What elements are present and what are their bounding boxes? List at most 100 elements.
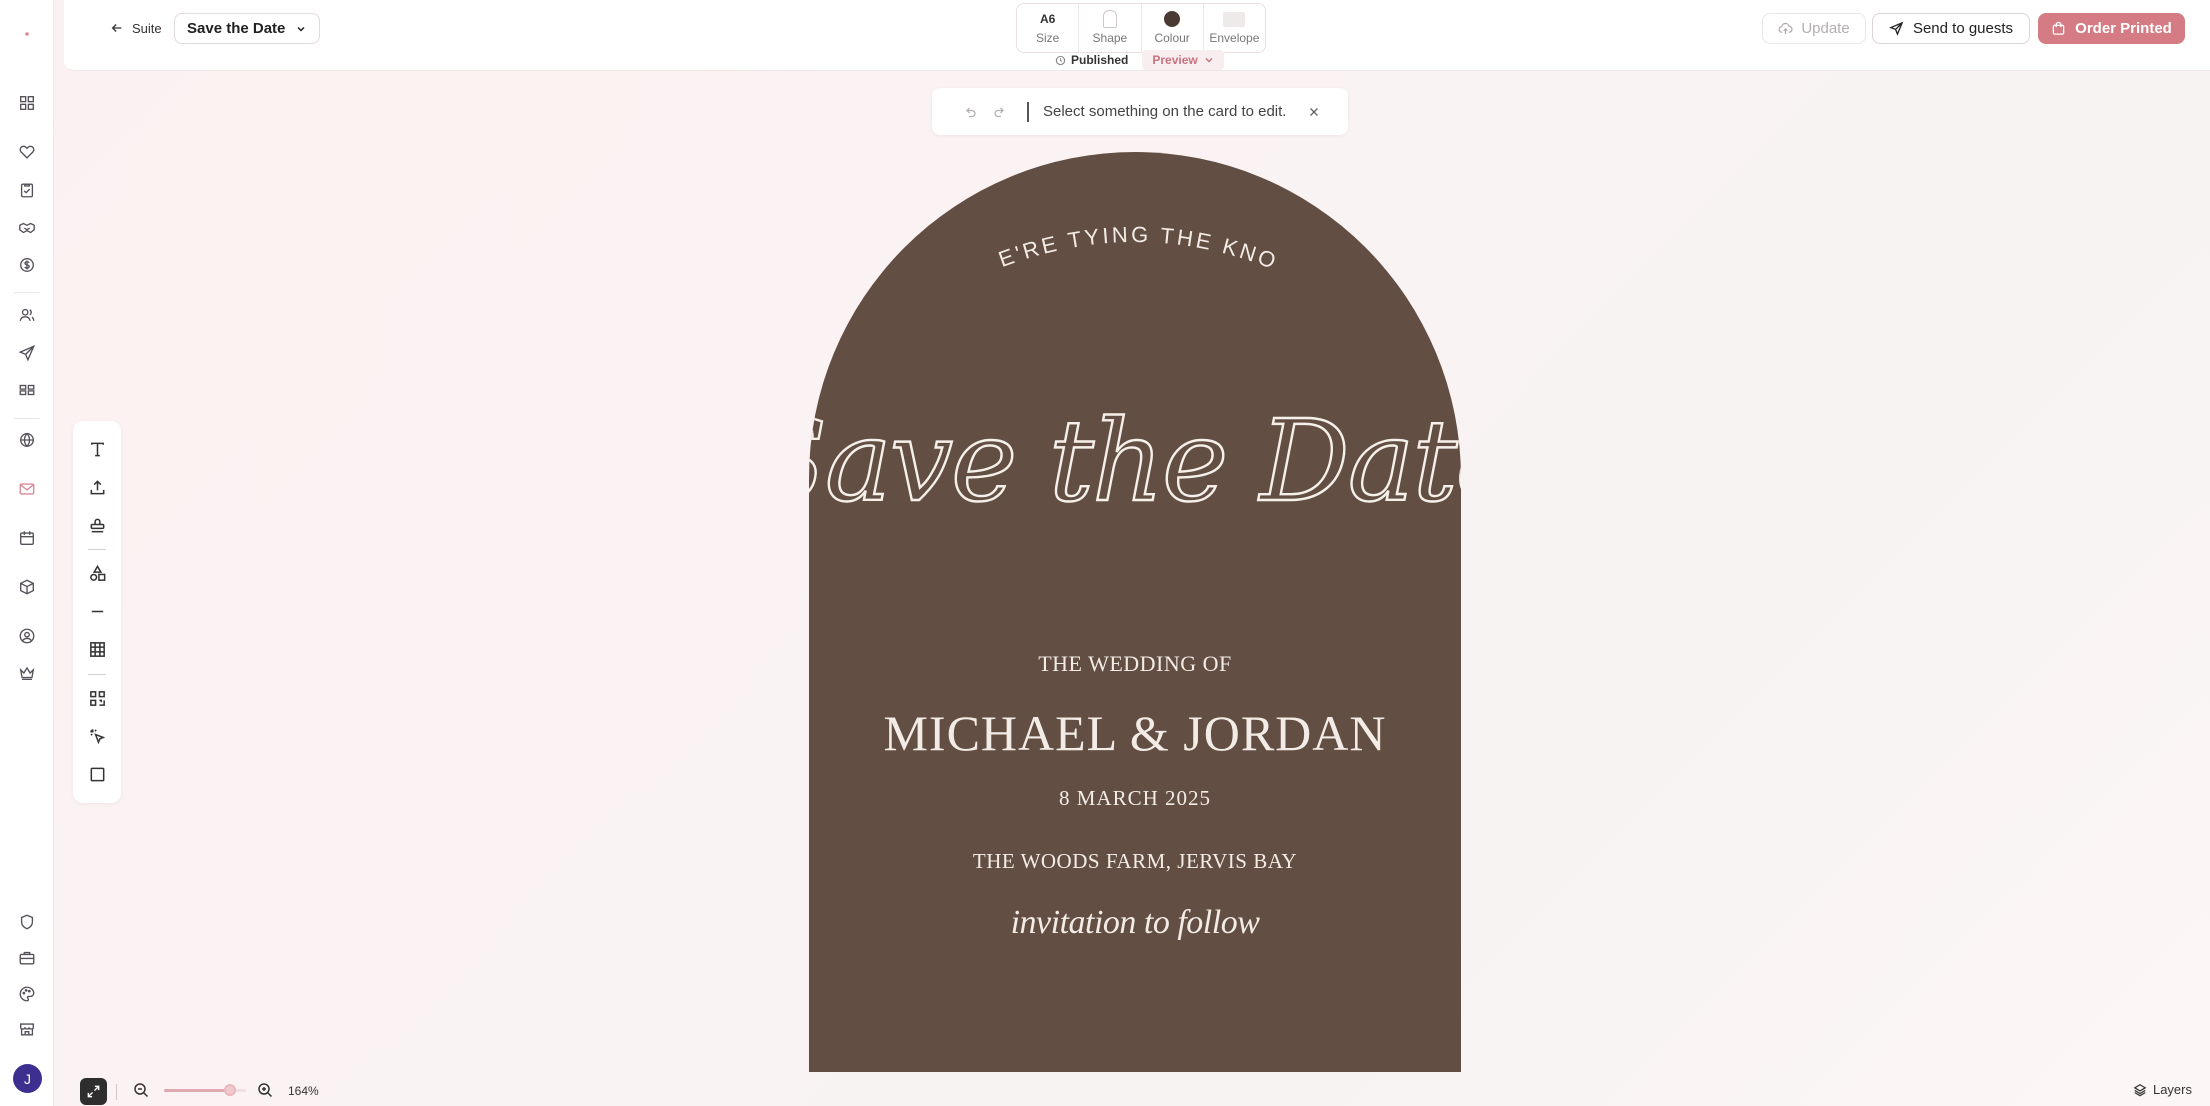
zoom-in-button[interactable] bbox=[257, 1082, 275, 1100]
document-selector[interactable]: Save the Date bbox=[174, 13, 321, 44]
fit-to-screen-button[interactable] bbox=[80, 1078, 107, 1105]
status-row: Published Preview bbox=[1047, 49, 1224, 71]
preview-button[interactable]: Preview bbox=[1142, 50, 1224, 70]
envelope-label: Envelope bbox=[1209, 31, 1260, 45]
zoom-in-icon bbox=[258, 1083, 273, 1098]
frame-icon bbox=[90, 767, 104, 781]
update-label: Update bbox=[1801, 20, 1850, 37]
back-label: Suite bbox=[132, 20, 162, 36]
guests-icon[interactable] bbox=[13, 301, 41, 329]
grid-icon[interactable] bbox=[13, 89, 41, 117]
zoom-out-button[interactable] bbox=[133, 1082, 151, 1100]
chevron-down-icon bbox=[295, 23, 307, 35]
heart-icon[interactable] bbox=[13, 138, 41, 166]
user-circle-icon[interactable] bbox=[13, 622, 41, 650]
couple-names[interactable]: MICHAEL & JORDAN bbox=[809, 704, 1461, 762]
back-to-suite-button[interactable]: Suite bbox=[102, 15, 170, 41]
sidebar-divider bbox=[14, 418, 40, 419]
shapes-icon bbox=[89, 564, 105, 581]
script-title-text: Save the Date bbox=[809, 397, 1461, 527]
order-label: Order Printed bbox=[2075, 20, 2172, 37]
published-status: Published bbox=[1047, 53, 1136, 67]
size-option[interactable]: A6 Size bbox=[1017, 4, 1080, 52]
zoom-slider-fill bbox=[164, 1089, 230, 1092]
layers-button[interactable]: Layers bbox=[2133, 1082, 2192, 1097]
undo-button[interactable] bbox=[955, 97, 985, 127]
order-printed-button[interactable]: Order Printed bbox=[2038, 13, 2185, 44]
upload-tool[interactable] bbox=[83, 473, 111, 501]
mail-icon[interactable] bbox=[13, 475, 41, 503]
send-icon[interactable] bbox=[13, 339, 41, 367]
line-tool[interactable] bbox=[83, 597, 111, 625]
shapes-tool[interactable] bbox=[83, 559, 111, 587]
upload-icon bbox=[90, 479, 104, 494]
send-label: Send to guests bbox=[1912, 20, 2014, 37]
frame-tool[interactable] bbox=[83, 760, 111, 788]
handshake-icon[interactable] bbox=[13, 214, 41, 242]
tying-the-knot-text[interactable]: WE'RE TYING THE KNOT bbox=[809, 152, 1461, 312]
checklist-icon[interactable] bbox=[13, 176, 41, 204]
shape-label: Shape bbox=[1092, 31, 1128, 45]
chevron-down-icon bbox=[1204, 55, 1214, 65]
invitation-to-follow[interactable]: invitation to follow bbox=[809, 904, 1461, 942]
text-tool[interactable] bbox=[83, 435, 111, 463]
update-button[interactable]: Update bbox=[1762, 13, 1866, 44]
send-icon bbox=[1889, 21, 1904, 36]
top-bar: Suite Save the Date A6 Size Shape Colour… bbox=[64, 0, 2210, 71]
shape-option[interactable]: Shape bbox=[1079, 4, 1142, 52]
seating-icon[interactable] bbox=[13, 376, 41, 404]
status-label: Published bbox=[1071, 53, 1129, 67]
expand-icon bbox=[87, 1085, 100, 1098]
wedding-of-text[interactable]: THE WEDDING OF bbox=[809, 651, 1461, 677]
hint-message: Select something on the card to edit. bbox=[1043, 103, 1287, 120]
redo-button[interactable] bbox=[985, 97, 1015, 127]
size-value: A6 bbox=[1039, 12, 1056, 26]
box-icon[interactable] bbox=[13, 573, 41, 601]
magic-select-tool[interactable] bbox=[83, 722, 111, 750]
qr-code-tool[interactable] bbox=[83, 684, 111, 712]
store-icon[interactable] bbox=[13, 1015, 41, 1043]
arrow-left-icon bbox=[110, 21, 124, 35]
layers-icon bbox=[2133, 1083, 2147, 1096]
globe-icon[interactable] bbox=[13, 426, 41, 454]
colour-option[interactable]: Colour bbox=[1142, 4, 1204, 52]
avatar[interactable]: J bbox=[13, 1064, 42, 1093]
text-icon bbox=[90, 442, 104, 456]
palette-divider bbox=[88, 674, 106, 675]
card-properties: A6 Size Shape Colour Envelope bbox=[1016, 3, 1266, 53]
sidebar: J bbox=[0, 0, 54, 1106]
zoom-level: 164% bbox=[288, 1084, 319, 1098]
zoom-slider[interactable] bbox=[164, 1084, 246, 1098]
envelope-option[interactable]: Envelope bbox=[1204, 4, 1265, 52]
calendar-icon[interactable] bbox=[13, 524, 41, 552]
qr-code-icon bbox=[89, 690, 105, 706]
context-toolbar: Select something on the card to edit. bbox=[932, 88, 1348, 135]
toolbar-divider bbox=[1027, 101, 1029, 122]
table-tool[interactable] bbox=[83, 635, 111, 663]
zoom-out-icon bbox=[134, 1083, 149, 1098]
palette-divider bbox=[88, 549, 106, 550]
stamp-tool[interactable] bbox=[83, 511, 111, 539]
bottom-bar: 164% Layers bbox=[64, 1072, 2210, 1106]
shopping-bag-icon bbox=[2051, 21, 2066, 36]
palette-icon[interactable] bbox=[13, 980, 41, 1008]
save-the-date-card[interactable]: WE'RE TYING THE KNOT Save the Date THE W… bbox=[809, 152, 1461, 1072]
close-hint-button[interactable] bbox=[1304, 102, 1324, 122]
logo-icon[interactable] bbox=[13, 20, 41, 48]
colour-swatch bbox=[1164, 11, 1181, 27]
send-to-guests-button[interactable]: Send to guests bbox=[1872, 13, 2030, 44]
crown-icon[interactable] bbox=[13, 659, 41, 687]
cloud-upload-icon bbox=[1778, 21, 1793, 36]
bottom-divider bbox=[116, 1084, 117, 1100]
wedding-venue[interactable]: THE WOODS FARM, JERVIS BAY bbox=[809, 849, 1461, 874]
arch-shape-icon bbox=[1102, 10, 1117, 28]
shield-icon[interactable] bbox=[13, 908, 41, 936]
wedding-date[interactable]: 8 MARCH 2025 bbox=[809, 786, 1461, 811]
tying-text: WE'RE TYING THE KNOT bbox=[809, 152, 1279, 275]
size-label: Size bbox=[1035, 31, 1060, 45]
script-title[interactable]: Save the Date bbox=[809, 352, 1461, 572]
dollar-icon[interactable] bbox=[13, 251, 41, 279]
zoom-slider-thumb[interactable] bbox=[223, 1084, 236, 1096]
briefcase-icon[interactable] bbox=[13, 944, 41, 972]
stamp-icon bbox=[90, 518, 104, 532]
